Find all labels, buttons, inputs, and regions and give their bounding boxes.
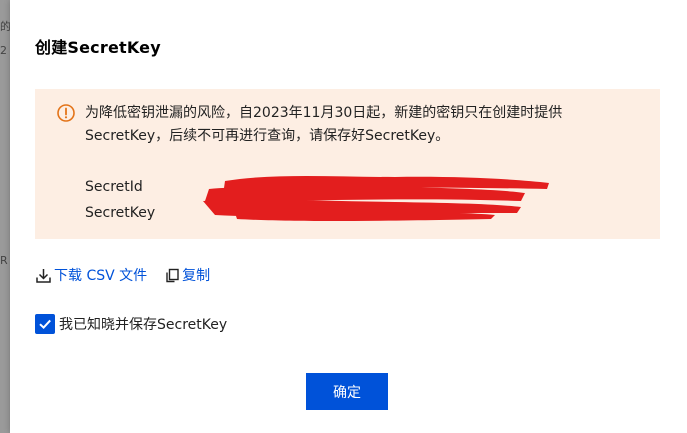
secret-key-row: SecretKey	[85, 205, 155, 221]
notice-line-1: 为降低密钥泄漏的风险，自2023年11月30日起，新建的密钥只在创建时提供	[85, 105, 563, 121]
acknowledge-checkbox[interactable]	[35, 314, 55, 334]
confirm-button[interactable]: 确定	[306, 373, 388, 410]
credential-actions: 下载 CSV 文件 复制	[35, 265, 210, 285]
download-icon	[36, 268, 51, 283]
background-fragment: 2	[0, 44, 7, 57]
secret-id-label: SecretId	[85, 179, 143, 195]
checkmark-icon	[39, 319, 51, 330]
background-fragment: R	[0, 254, 8, 267]
secret-id-row: SecretId	[85, 179, 143, 195]
secret-key-label: SecretKey	[85, 205, 156, 221]
acknowledge-row: 我已知晓并保存SecretKey	[35, 314, 227, 334]
dialog-title: 创建SecretKey	[35, 38, 161, 57]
copy-icon	[166, 268, 179, 282]
redaction-scribble	[203, 176, 549, 221]
acknowledge-label[interactable]: 我已知晓并保存SecretKey	[59, 314, 227, 334]
warning-circle-icon	[57, 104, 75, 122]
create-secretkey-dialog: 创建SecretKey 为降低密钥泄漏的风险，自2023年11月30日起，新建的…	[10, 0, 687, 433]
copy-label: 复制	[182, 268, 211, 284]
notice-text: 为降低密钥泄漏的风险，自2023年11月30日起，新建的密钥只在创建时提供 Se…	[85, 102, 645, 148]
notice-line-2: SecretKey，后续不可再进行查询，请保存好SecretKey。	[85, 128, 450, 144]
download-csv-button[interactable]: 下载 CSV 文件	[35, 265, 147, 285]
copy-button[interactable]: 复制	[165, 265, 210, 285]
download-csv-label: 下载 CSV 文件	[54, 268, 148, 284]
warning-notice: 为降低密钥泄漏的风险，自2023年11月30日起，新建的密钥只在创建时提供 Se…	[35, 89, 660, 239]
